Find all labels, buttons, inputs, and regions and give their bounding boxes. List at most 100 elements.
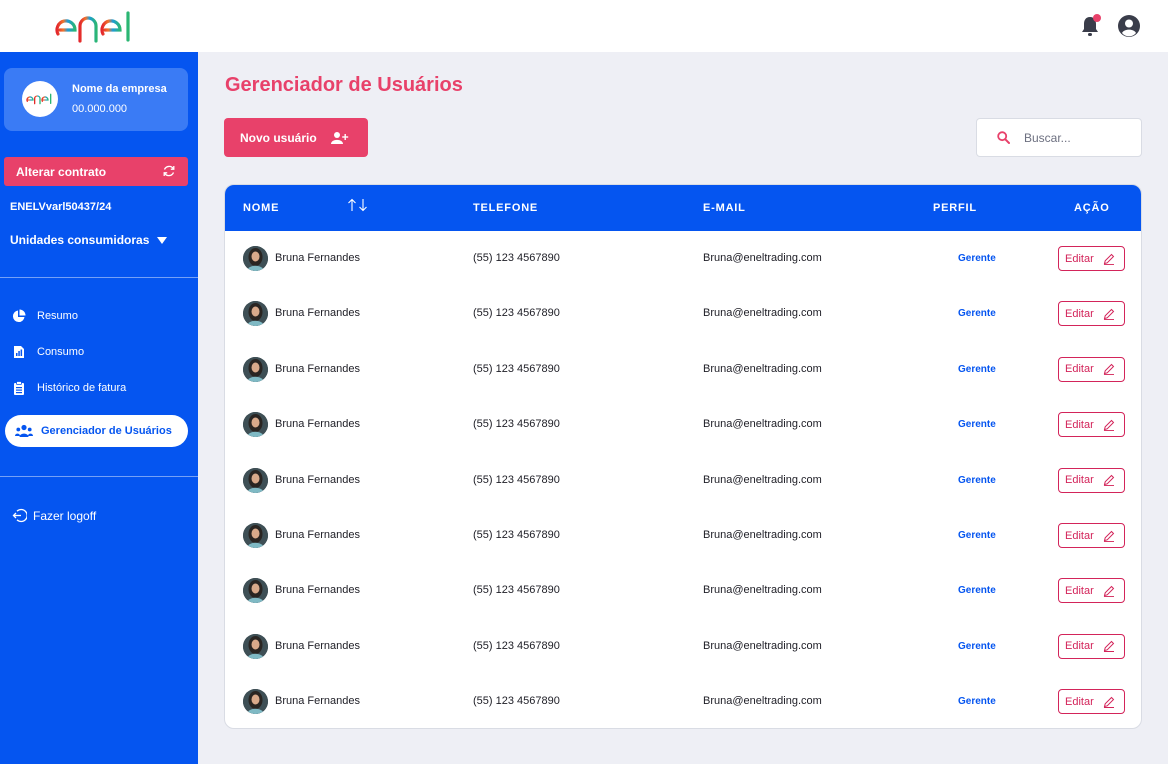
user-name: Bruna Fernandes: [275, 252, 360, 264]
sidebar-item-resumo[interactable]: Resumo: [12, 305, 78, 327]
user-phone: (55) 123 4567890: [473, 473, 560, 486]
table-row: Bruna Fernandes (55) 123 4567890 Bruna@ene…: [225, 453, 1141, 508]
avatar: [243, 301, 268, 327]
edit-label: Editar: [1065, 418, 1094, 431]
edit-button[interactable]: Editar: [1058, 467, 1125, 493]
edit-label: Editar: [1065, 640, 1094, 653]
consumer-units-label: Unidades consumidoras: [10, 233, 150, 247]
user-name: Bruna Fernandes: [275, 695, 360, 708]
user-profile: Gerente: [958, 696, 996, 708]
user-circle-icon[interactable]: [1118, 15, 1140, 37]
table-row: Bruna Fernandes (55) 123 4567890 Bruna@ene…: [225, 508, 1141, 563]
edit-button[interactable]: Editar: [1058, 356, 1125, 382]
user-email: Bruna@eneltrading.com: [703, 584, 822, 597]
user-name: Bruna Fernandes: [275, 307, 360, 320]
sidebar-item-consumo[interactable]: Consumo: [12, 341, 84, 363]
table-row: Bruna Fernandes (55) 123 4567890 Bruna@ene…: [225, 342, 1141, 397]
company-name: Nome da empresa: [72, 83, 167, 95]
avatar: [243, 578, 268, 604]
pencil-icon: [1103, 474, 1114, 487]
company-code: 00.000.000: [72, 103, 128, 115]
column-header-nome[interactable]: NOME: [243, 202, 279, 214]
avatar: [243, 689, 268, 715]
column-header-email: E-MAIL: [703, 202, 746, 214]
edit-label: Editar: [1065, 529, 1094, 542]
logoff-label: Fazer logoff: [33, 508, 97, 523]
edit-button[interactable]: Editar: [1058, 523, 1125, 548]
user-email: Bruna@eneltrading.com: [703, 639, 822, 652]
pencil-icon: [1103, 585, 1114, 597]
search-box[interactable]: [976, 118, 1142, 157]
user-phone: (55) 123 4567890: [473, 695, 560, 708]
edit-label: Editar: [1065, 307, 1094, 320]
column-header-telefone: TELEFONE: [473, 202, 539, 214]
user-profile: Gerente: [958, 585, 996, 597]
user-profile: Gerente: [958, 419, 996, 431]
edit-button[interactable]: Editar: [1058, 578, 1125, 604]
table-header: NOME TELEFONE E-MAIL PERFIL AÇÃO: [225, 185, 1141, 231]
user-phone: (55) 123 4567890: [473, 418, 560, 431]
change-contract-button[interactable]: Alterar contrato: [4, 157, 188, 186]
user-email: Bruna@eneltrading.com: [703, 307, 822, 320]
user-phone: (55) 123 4567890: [473, 362, 560, 375]
table-row: Bruna Fernandes (55) 123 4567890 Bruna@ene…: [225, 286, 1141, 341]
edit-button[interactable]: Editar: [1058, 633, 1125, 659]
pencil-icon: [1103, 696, 1114, 708]
table-row: Bruna Fernandes (55) 123 4567890 Bruna@ene…: [225, 563, 1141, 618]
user-name: Bruna Fernandes: [275, 418, 360, 431]
enel-logo[interactable]: [54, 10, 138, 44]
user-name: Bruna Fernandes: [275, 362, 360, 375]
user-name: Bruna Fernandes: [275, 584, 360, 597]
user-email: Bruna@eneltrading.com: [703, 362, 822, 375]
sidebar-item-historico[interactable]: Histórico de fatura: [12, 377, 126, 399]
sidebar: Nome da empresa 00.000.000 Alterar contr…: [0, 52, 198, 764]
clipboard-list-icon: [14, 381, 24, 395]
edit-label: Editar: [1065, 584, 1094, 597]
user-profile: Gerente: [958, 253, 996, 264]
avatar: [243, 633, 268, 659]
avatar: [243, 412, 268, 438]
consumer-units-dropdown[interactable]: Unidades consumidoras: [10, 233, 168, 247]
users-icon: [15, 424, 33, 437]
sidebar-item-gerenciador-usuarios[interactable]: Gerenciador de Usuários: [5, 415, 188, 447]
page-title: Gerenciador de Usuários: [225, 74, 463, 96]
user-email: Bruna@eneltrading.com: [703, 473, 822, 486]
table-row: Bruna Fernandes (55) 123 4567890 Bruna@ene…: [225, 231, 1141, 286]
user-phone: (55) 123 4567890: [473, 307, 560, 320]
sidebar-divider: [0, 476, 198, 477]
avatar: [243, 467, 268, 493]
user-profile: Gerente: [958, 474, 996, 486]
sidebar-item-label: Consumo: [37, 346, 85, 358]
new-user-button[interactable]: Novo usuário: [224, 118, 368, 157]
user-profile: Gerente: [958, 363, 996, 375]
bell-icon[interactable]: [1080, 14, 1102, 38]
avatar: [243, 523, 268, 548]
pencil-icon: [1103, 253, 1114, 265]
user-email: Bruna@eneltrading.com: [703, 418, 822, 431]
pencil-icon: [1103, 419, 1114, 431]
pencil-icon: [1103, 308, 1114, 320]
edit-label: Editar: [1065, 474, 1094, 487]
edit-button[interactable]: Editar: [1058, 689, 1125, 715]
edit-label: Editar: [1065, 695, 1094, 708]
sidebar-item-label: Histórico de fatura: [37, 382, 127, 394]
edit-button[interactable]: Editar: [1058, 412, 1125, 438]
edit-label: Editar: [1065, 363, 1094, 376]
pie-chart-icon: [12, 309, 26, 323]
logoff-link[interactable]: Fazer logoff: [12, 508, 96, 523]
user-email: Bruna@eneltrading.com: [703, 695, 822, 708]
user-profile: Gerente: [958, 308, 996, 320]
search-input[interactable]: [1024, 130, 1124, 145]
edit-button[interactable]: Editar: [1058, 246, 1125, 271]
edit-button[interactable]: Editar: [1058, 301, 1125, 327]
avatar: [243, 246, 268, 271]
table-row: Bruna Fernandes (55) 123 4567890 Bruna@ene…: [225, 674, 1141, 728]
pencil-icon: [1103, 530, 1114, 542]
table-row: Bruna Fernandes (55) 123 4567890 Bruna@ene…: [225, 397, 1141, 452]
company-card[interactable]: Nome da empresa 00.000.000: [4, 68, 188, 131]
user-phone: (55) 123 4567890: [473, 529, 560, 541]
user-email: Bruna@eneltrading.com: [703, 529, 822, 541]
user-phone: (55) 123 4567890: [473, 639, 560, 652]
sort-icon[interactable]: [347, 198, 369, 212]
user-name: Bruna Fernandes: [275, 639, 360, 652]
